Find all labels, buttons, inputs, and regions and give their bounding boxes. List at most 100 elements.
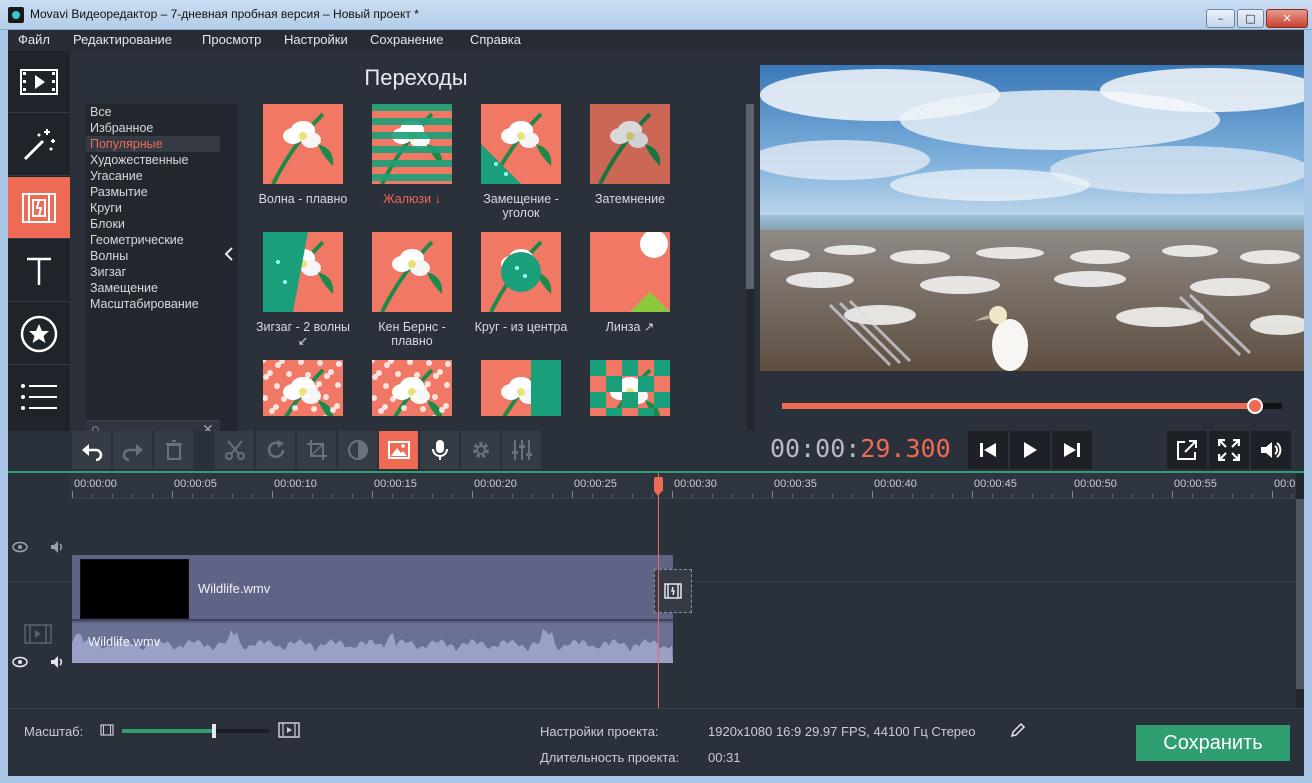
category-item[interactable]: Волны — [86, 248, 220, 264]
transition-label[interactable]: Зигзаг - 2 волны ↙ — [253, 320, 353, 348]
eye-icon[interactable] — [12, 656, 28, 668]
transition-label[interactable]: Кен Бернс - плавно — [362, 320, 462, 348]
category-item[interactable]: Все — [86, 104, 220, 120]
category-item[interactable]: Размытие — [86, 184, 220, 200]
pencil-edit-icon[interactable] — [1010, 722, 1026, 738]
speaker-icon[interactable] — [50, 655, 66, 669]
category-item[interactable]: Замещение — [86, 280, 220, 296]
side-tool-more[interactable] — [8, 366, 70, 428]
eye-icon[interactable] — [12, 541, 28, 553]
zoom-in-film-icon[interactable] — [278, 722, 300, 738]
side-tool-stickers[interactable] — [8, 303, 70, 365]
transition-thumbnail[interactable] — [372, 104, 452, 184]
transition-thumbnail[interactable] — [481, 360, 561, 416]
menu-help[interactable]: Справка — [470, 32, 521, 47]
rotate-button[interactable] — [256, 431, 296, 469]
side-tool-import[interactable] — [8, 51, 70, 113]
preview-video[interactable] — [760, 65, 1304, 371]
transition-label[interactable]: Замещение - уголок — [471, 192, 571, 220]
zoom-slider[interactable] — [122, 724, 270, 738]
redo-button[interactable] — [113, 431, 153, 469]
volume-button[interactable] — [1251, 431, 1291, 469]
settings-button[interactable] — [461, 431, 501, 469]
collapse-panel-button[interactable] — [220, 104, 238, 440]
minimize-button[interactable]: – — [1206, 9, 1235, 28]
delete-button[interactable] — [154, 431, 194, 469]
transition-label[interactable]: Жалюзи ↓ — [362, 192, 462, 206]
save-button[interactable]: Сохранить — [1136, 725, 1290, 761]
transition-thumbnail[interactable] — [372, 360, 452, 416]
play-button[interactable] — [1010, 431, 1050, 469]
category-item[interactable]: Масштабирование — [86, 296, 220, 312]
menu-file[interactable]: Файл — [18, 32, 50, 47]
ruler-minor-tick — [1212, 494, 1213, 498]
category-item[interactable]: Угасание — [86, 168, 220, 184]
side-tool-transitions[interactable] — [8, 177, 70, 239]
transition-thumbnail[interactable] — [263, 232, 343, 312]
transition-preview-image — [481, 360, 561, 416]
seek-handle[interactable] — [1246, 398, 1263, 414]
preview-seek-bar[interactable] — [782, 398, 1282, 414]
audio-waveform — [72, 629, 673, 663]
color-button[interactable] — [338, 431, 378, 469]
cut-button[interactable] — [215, 431, 255, 469]
transition-label[interactable]: Затемнение — [580, 192, 680, 206]
scrollbar-thumb[interactable] — [746, 104, 754, 289]
category-item[interactable]: Популярные — [86, 136, 220, 152]
menu-edit[interactable]: Редактирование — [73, 32, 172, 47]
category-item[interactable]: Блоки — [86, 216, 220, 232]
transition-thumbnail[interactable] — [263, 104, 343, 184]
close-button[interactable]: ✕ — [1266, 9, 1308, 28]
transition-slot[interactable] — [654, 569, 692, 613]
crop-button[interactable] — [297, 431, 337, 469]
menu-export[interactable]: Сохранение — [370, 32, 444, 47]
playhead-handle[interactable] — [654, 477, 663, 496]
transition-thumbnail[interactable] — [372, 232, 452, 312]
side-tool-filters[interactable] — [8, 114, 70, 176]
transition-label[interactable]: Волна - плавно — [253, 192, 353, 206]
transition-thumbnail[interactable] — [481, 104, 561, 184]
clip-audio-part[interactable]: Wildlife.wmv — [72, 623, 673, 663]
transition-thumbnail[interactable] — [263, 360, 343, 416]
popout-preview-button[interactable] — [1167, 431, 1207, 469]
menu-view[interactable]: Просмотр — [202, 32, 261, 47]
zoom-out-film-icon[interactable] — [100, 724, 114, 736]
fullscreen-button[interactable] — [1209, 431, 1249, 469]
transitions-scrollbar[interactable] — [746, 104, 754, 440]
picture-button[interactable] — [379, 431, 419, 469]
timeline-ruler[interactable]: 00:00:00 00:00:05 00:00:10 00:00:15 00:00:20… — [70, 473, 1302, 499]
playhead-line[interactable] — [658, 473, 659, 708]
redo-icon — [122, 444, 143, 461]
ruler-minor-tick — [1132, 494, 1133, 498]
timeline-scrollbar[interactable] — [1296, 473, 1304, 708]
equalizer-button[interactable] — [502, 431, 542, 469]
ruler-tick — [872, 491, 873, 498]
category-item[interactable]: Зигзаг — [86, 264, 220, 280]
transition-thumbnail[interactable] — [590, 232, 670, 312]
ruler-tick-label: 00:00:30 — [674, 478, 717, 490]
record-voice-button[interactable] — [420, 431, 460, 469]
video-clip[interactable]: Wildlife.wmv Wildlife.wmv — [72, 555, 673, 663]
speaker-icon[interactable] — [50, 540, 66, 554]
side-tool-titles[interactable] — [8, 240, 70, 302]
transition-thumbnail[interactable] — [590, 360, 670, 416]
maximize-button[interactable]: □ — [1237, 9, 1264, 28]
transition-thumbnail[interactable] — [590, 104, 670, 184]
transition-label[interactable]: Линза ↗ — [580, 320, 680, 334]
next-frame-button[interactable] — [1052, 431, 1092, 469]
category-item[interactable]: Круги — [86, 200, 220, 216]
menu-settings[interactable]: Настройки — [284, 32, 348, 47]
undo-button[interactable] — [72, 431, 112, 469]
ruler-minor-tick — [552, 494, 553, 498]
zoom-handle[interactable] — [211, 724, 216, 738]
category-item[interactable]: Геометрические — [86, 232, 220, 248]
transition-thumbnail[interactable] — [481, 232, 561, 312]
transition-preview-image — [590, 232, 670, 312]
transition-label[interactable]: Круг - из центра — [471, 320, 571, 334]
scrollbar-thumb[interactable] — [1296, 499, 1304, 689]
clip-video-part[interactable]: Wildlife.wmv — [72, 555, 673, 621]
category-item[interactable]: Избранное — [86, 120, 220, 136]
transition-preview-image — [590, 360, 670, 416]
previous-frame-button[interactable] — [968, 431, 1008, 469]
category-item[interactable]: Художественные — [86, 152, 220, 168]
